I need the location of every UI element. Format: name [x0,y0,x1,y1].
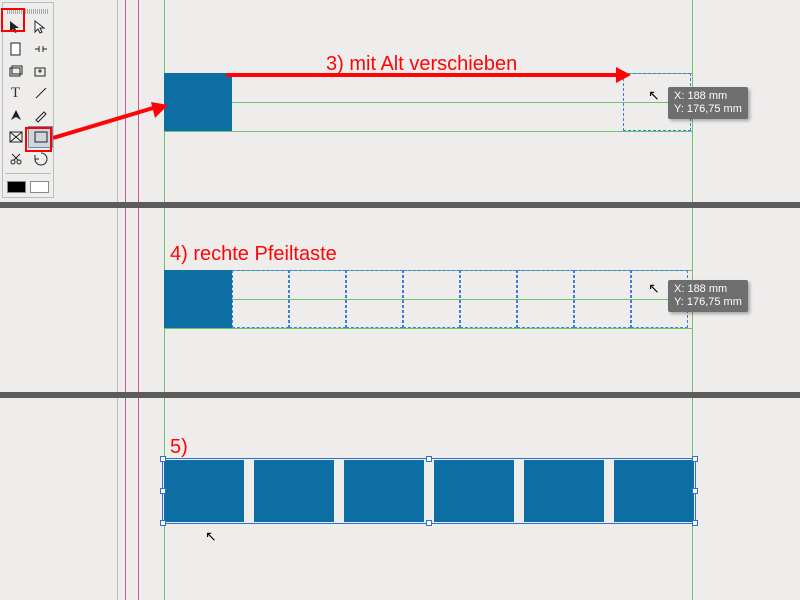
tools-panel: T [2,2,54,198]
page-tool[interactable] [3,38,28,60]
coord-y: Y: 176,75 mm [674,296,742,308]
selection-bounds [162,458,696,524]
row-guide [164,102,692,103]
coord-y: Y: 176,75 mm [674,103,742,115]
fill-swatch[interactable] [7,181,26,193]
line-tool[interactable] [28,82,53,104]
smart-coords-2: X: 188 mm Y: 176,75 mm [668,280,748,312]
type-tool[interactable]: T [3,82,28,104]
cursor-icon: ↖ [648,87,660,104]
scissors-tool[interactable] [3,148,28,170]
label-step4: 4) rechte Pfeiltaste [170,243,337,266]
gap-tool[interactable] [28,38,53,60]
smart-coords-1: X: 188 mm Y: 176,75 mm [668,87,748,119]
pen-tool[interactable] [3,104,28,126]
page-edge [125,208,126,392]
repeat-ghost [574,270,631,328]
repeat-ghost [232,270,289,328]
rectangle-frame-tool[interactable] [3,126,28,148]
repeat-ghost [346,270,403,328]
repeat-ghost [289,270,346,328]
ruler-line [117,398,118,600]
panel-grip[interactable] [7,9,49,14]
content-collector-tool[interactable] [3,60,28,82]
source-rectangle[interactable] [164,270,232,328]
bleed-guide [138,0,139,202]
cursor-icon: ↖ [648,280,660,297]
free-transform-tool[interactable] [28,148,53,170]
rectangle-tool[interactable] [28,126,53,148]
arrow-step3 [226,65,631,85]
cursor-icon: ↖ [205,528,217,545]
ruler-line [117,0,118,202]
repeat-ghost [460,270,517,328]
content-placer-tool[interactable] [28,60,53,82]
pencil-tool[interactable] [28,104,53,126]
row-guide [164,328,692,329]
row-guide-2 [164,131,692,132]
selection-tool[interactable] [3,16,28,38]
label-step5: 5) [170,436,188,459]
stroke-swatch[interactable] [30,181,49,193]
coord-x: X: 188 mm [674,90,727,102]
repeat-ghost [517,270,574,328]
page-edge [125,0,126,202]
repeat-ghost [403,270,460,328]
ruler-line [117,208,118,392]
canvas-pane-1: 3) mit Alt verschieben ↖ X: 188 mm Y: 17… [0,0,800,202]
page-edge [125,398,126,600]
canvas-pane-2: 4) rechte Pfeiltaste ↖ X: 188 mm Y: 176,… [0,208,800,392]
direct-selection-tool[interactable] [28,16,53,38]
source-rectangle[interactable] [164,73,232,131]
bleed-guide [138,208,139,392]
arrow-step1 [53,102,168,142]
coord-x: X: 188 mm [674,283,727,295]
canvas-pane-3: 5) ↖ [0,398,800,600]
bleed-guide [138,398,139,600]
swatch-row [3,177,53,197]
